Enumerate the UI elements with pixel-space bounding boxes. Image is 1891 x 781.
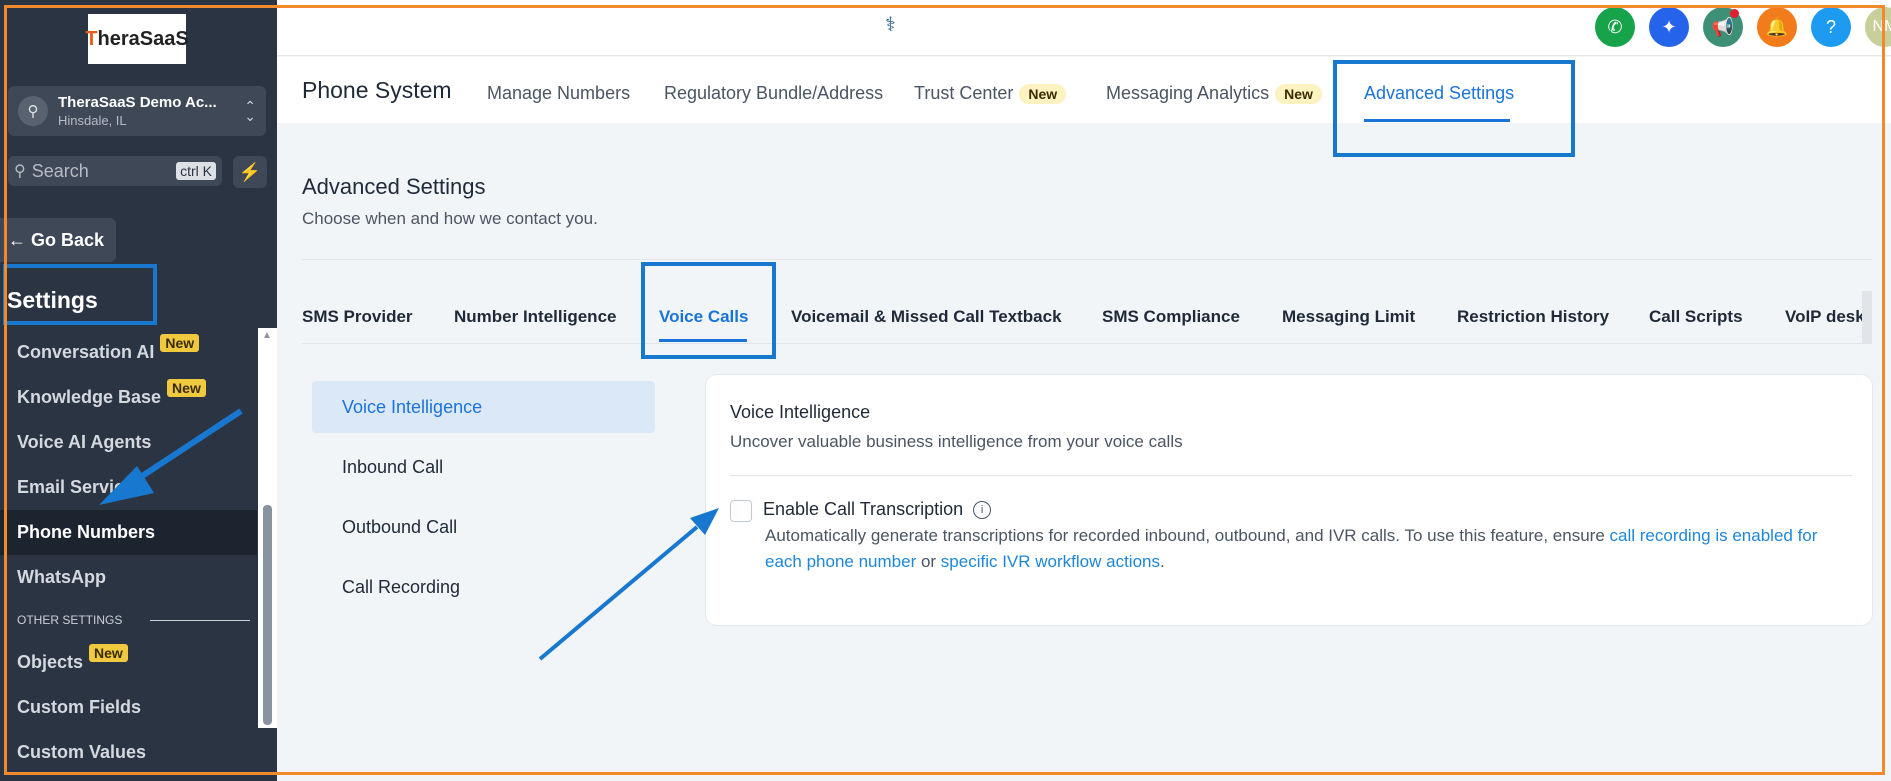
new-badge: New — [1019, 83, 1067, 104]
other-settings-section: OTHER SETTINGS — [0, 600, 257, 640]
tab-sms-compliance[interactable]: SMS Compliance — [1102, 307, 1240, 327]
divider — [730, 475, 1852, 476]
tab-voip-desktop[interactable]: VoIP deskp — [1785, 307, 1862, 327]
sidebar-scroll-thumb[interactable] — [263, 505, 272, 725]
voice-intelligence-card: Voice Intelligence Uncover valuable busi… — [705, 374, 1873, 626]
sidebar-item-custom-fields[interactable]: Custom Fields — [0, 685, 257, 730]
logo-text: heraSaaS — [97, 27, 189, 50]
tab-manage-numbers[interactable]: Manage Numbers — [487, 83, 630, 104]
tab-scroll-indicator[interactable] — [1862, 291, 1872, 343]
sidebar-item-custom-values[interactable]: Custom Values — [0, 730, 257, 775]
megaphone-icon[interactable]: 📢 — [1703, 7, 1743, 47]
card-title: Voice Intelligence — [730, 402, 871, 422]
submenu-voice-intelligence[interactable]: Voice Intelligence — [312, 381, 655, 433]
sidebar-item-knowledge-base[interactable]: Knowledge Base New — [0, 375, 257, 420]
tab-call-scripts[interactable]: Call Scripts — [1649, 307, 1743, 327]
section-title: Advanced Settings — [302, 174, 486, 199]
go-back-button[interactable]: ← Go Back — [0, 218, 116, 262]
sidebar-item-voice-ai-agents[interactable]: Voice AI Agents — [0, 420, 257, 465]
tab-messaging-analytics[interactable]: Messaging Analytics New — [1106, 83, 1322, 104]
user-avatar[interactable]: NM — [1865, 7, 1891, 47]
help-icon[interactable]: ? — [1811, 7, 1851, 47]
divider — [150, 619, 251, 621]
sidebar-item-whatsapp[interactable]: WhatsApp — [0, 555, 257, 600]
tab-trust-center[interactable]: Trust Center New — [914, 83, 1067, 104]
annotation-highlight-advanced-settings — [1333, 60, 1575, 157]
new-badge: New — [160, 333, 200, 352]
tab-regulatory-bundle[interactable]: Regulatory Bundle/Address — [664, 83, 883, 104]
submenu-outbound-call[interactable]: Outbound Call — [312, 501, 655, 553]
sidebar-item-phone-numbers[interactable]: Phone Numbers — [0, 510, 257, 555]
annotation-highlight-voice-calls — [641, 262, 776, 359]
tab-restriction-history[interactable]: Restriction History — [1457, 307, 1609, 327]
account-switcher[interactable]: ⚲ TheraSaaS Demo Ac... Hinsdale, IL ⌃ ⌄ — [8, 86, 266, 136]
account-location: Hinsdale, IL — [58, 113, 127, 128]
sidebar-item-objects[interactable]: Objects New — [0, 640, 257, 685]
settings-nav: Conversation AI New Knowledge Base New Voi… — [0, 330, 257, 775]
sidebar-item-email-services[interactable]: Email Services — [0, 465, 257, 510]
company-logo[interactable]: TheraSaaS — [85, 14, 189, 64]
location-pin-icon: ⚲ — [18, 96, 48, 126]
new-badge: New — [1275, 83, 1322, 104]
page-title: Phone System — [302, 77, 452, 103]
section-subtitle: Choose when and how we contact you. — [302, 209, 598, 228]
scroll-up-arrow-icon[interactable]: ▲ — [262, 330, 272, 341]
search-placeholder: Search — [31, 160, 89, 181]
checkbox-label: Enable Call Transcription i — [763, 499, 992, 520]
account-name: TheraSaaS Demo Ac... — [58, 94, 217, 111]
new-badge: New — [89, 643, 128, 662]
bell-icon[interactable]: 🔔 — [1757, 7, 1797, 47]
ivr-workflow-link[interactable]: specific IVR workflow actions — [941, 552, 1160, 571]
new-badge: New — [167, 378, 206, 397]
info-icon[interactable]: i — [973, 500, 992, 519]
enable-call-transcription-checkbox[interactable] — [730, 500, 752, 522]
quick-action-bolt-icon[interactable]: ⚡ — [233, 156, 267, 188]
search-shortcut: ctrl K — [176, 162, 216, 180]
tab-messaging-limit[interactable]: Messaging Limit — [1282, 307, 1415, 327]
annotation-highlight-settings — [3, 264, 157, 325]
top-bar: ⚕ ✆ ✦ 📢 🔔 ? NM — [277, 0, 1891, 56]
ai-sparkle-icon[interactable]: ✦ — [1649, 7, 1689, 47]
search-icon: ⚲ — [14, 163, 26, 180]
chevron-updown-icon: ⌃ ⌄ — [244, 98, 256, 124]
sidebar-item-conversation-ai[interactable]: Conversation AI New — [0, 330, 257, 375]
caduceus-logo-icon: ⚕ — [885, 14, 896, 36]
divider — [302, 343, 1872, 344]
top-bar-actions: ✆ ✦ 📢 🔔 ? NM — [1595, 7, 1891, 47]
submenu-inbound-call[interactable]: Inbound Call — [312, 441, 655, 493]
notification-dot — [1730, 9, 1739, 18]
checkbox-description: Automatically generate transcriptions fo… — [765, 526, 1818, 571]
tab-voicemail-missed-call[interactable]: Voicemail & Missed Call Textback — [791, 307, 1062, 327]
phone-icon[interactable]: ✆ — [1595, 7, 1635, 47]
card-subtitle: Uncover valuable business intelligence f… — [730, 432, 1183, 451]
tab-number-intelligence[interactable]: Number Intelligence — [454, 307, 616, 327]
search-input[interactable]: ⚲ Search ctrl K — [8, 156, 222, 186]
divider — [302, 259, 1872, 260]
sidebar: TheraSaaS ⚲ TheraSaaS Demo Ac... Hinsdal… — [0, 0, 277, 781]
tab-sms-provider[interactable]: SMS Provider — [302, 307, 413, 327]
phone-system-header: Phone System Manage Numbers Regulatory B… — [277, 57, 1891, 123]
submenu-call-recording[interactable]: Call Recording — [312, 561, 655, 613]
